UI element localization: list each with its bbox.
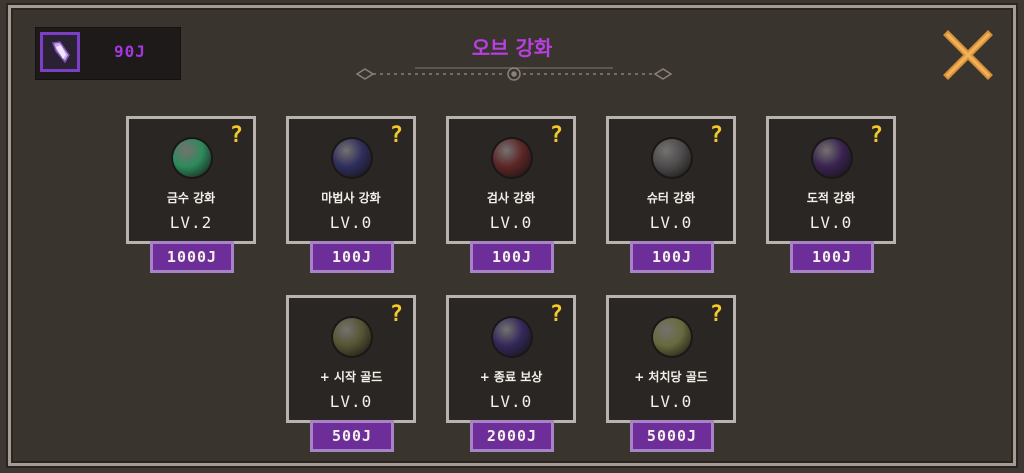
orb-icon — [653, 318, 691, 356]
upgrade-level: LV.0 — [809, 213, 853, 232]
question-mark-icon[interactable]: ? — [550, 123, 563, 148]
orb-icon — [173, 139, 211, 177]
orb-icon — [653, 139, 691, 177]
upgrade-level: LV.0 — [329, 213, 373, 232]
upgrade-price-button[interactable]: 100J — [470, 241, 554, 273]
close-x-icon — [943, 30, 993, 80]
upgrade-card[interactable]: ? 도적 강화 LV.0 — [766, 116, 896, 244]
upgrade-card[interactable]: ? 마법사 강화 LV.0 — [286, 116, 416, 244]
upgrade-price-button[interactable]: 100J — [630, 241, 714, 273]
upgrade-name: + 종료 보상 — [479, 370, 543, 384]
upgrade-card[interactable]: ? + 처치당 골드 LV.0 — [606, 295, 736, 423]
question-mark-icon[interactable]: ? — [390, 302, 403, 327]
upgrade-price-button[interactable]: 100J — [310, 241, 394, 273]
orb-icon — [813, 139, 851, 177]
question-mark-icon[interactable]: ? — [230, 123, 243, 148]
upgrade-card[interactable]: ? 금수 강화 LV.2 — [126, 116, 256, 244]
upgrade-name: + 시작 골드 — [319, 370, 383, 384]
question-mark-icon[interactable]: ? — [870, 123, 883, 148]
question-mark-icon[interactable]: ? — [710, 302, 723, 327]
upgrade-level: LV.0 — [489, 392, 533, 411]
upgrade-level: LV.0 — [329, 392, 373, 411]
upgrade-level: LV.0 — [649, 392, 693, 411]
upgrade-price-button[interactable]: 100J — [790, 241, 874, 273]
upgrade-card[interactable]: ? 슈터 강화 LV.0 — [606, 116, 736, 244]
title-divider — [355, 67, 673, 81]
orb-icon — [333, 318, 371, 356]
upgrade-card[interactable]: ? + 시작 골드 LV.0 — [286, 295, 416, 423]
upgrade-level: LV.2 — [169, 213, 213, 232]
upgrade-price-button[interactable]: 2000J — [470, 420, 554, 452]
upgrade-name: + 처치당 골드 — [634, 370, 708, 384]
question-mark-icon[interactable]: ? — [710, 123, 723, 148]
orb-icon — [493, 318, 531, 356]
upgrade-price-button[interactable]: 5000J — [630, 420, 714, 452]
upgrade-name: 마법사 강화 — [321, 191, 381, 205]
upgrade-name: 금수 강화 — [166, 191, 216, 205]
orb-icon — [493, 139, 531, 177]
page-title: 오브 강화 — [471, 36, 553, 60]
upgrade-price-button[interactable]: 1000J — [150, 241, 234, 273]
upgrade-name: 도적 강화 — [806, 191, 856, 205]
upgrade-name: 검사 강화 — [486, 191, 536, 205]
upgrade-level: LV.0 — [489, 213, 533, 232]
orb-icon — [333, 139, 371, 177]
question-mark-icon[interactable]: ? — [550, 302, 563, 327]
upgrade-card[interactable]: ? 검사 강화 LV.0 — [446, 116, 576, 244]
upgrade-price-button[interactable]: 500J — [310, 420, 394, 452]
close-button[interactable] — [940, 27, 996, 83]
upgrade-card[interactable]: ? + 종료 보상 LV.0 — [446, 295, 576, 423]
question-mark-icon[interactable]: ? — [390, 123, 403, 148]
upgrade-level: LV.0 — [649, 213, 693, 232]
upgrade-name: 슈터 강화 — [646, 191, 696, 205]
